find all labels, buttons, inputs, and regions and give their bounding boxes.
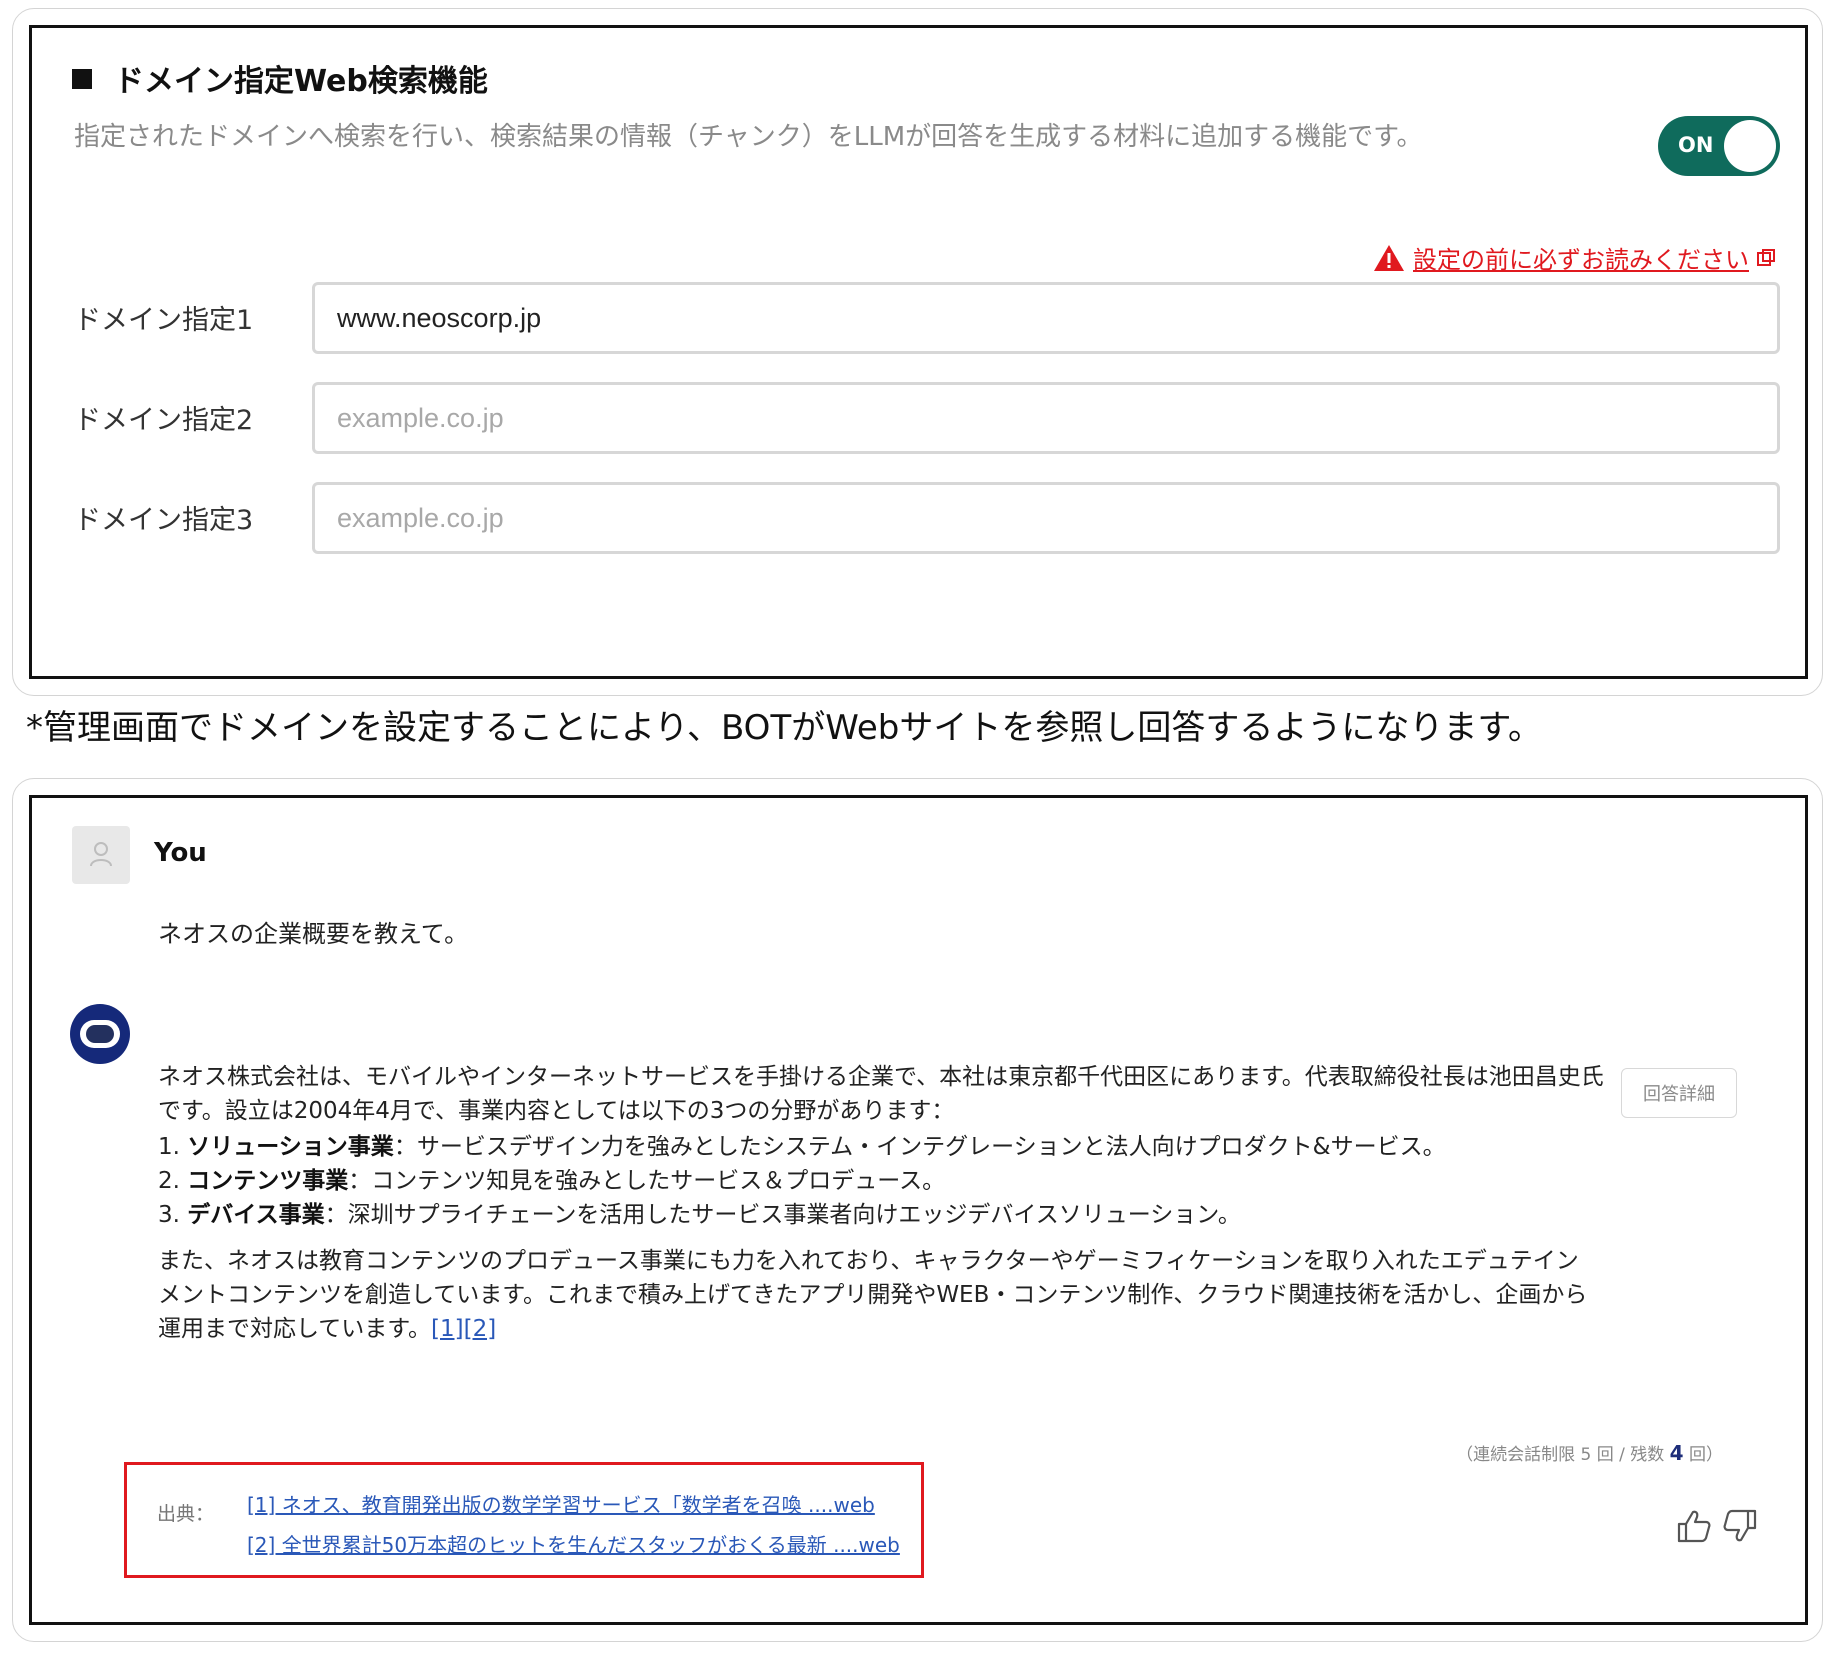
warning-notice: 設定の前に必ずお読みください (1373, 240, 1775, 275)
answer-outro: また、ネオスは教育コンテンツのプロデュース事業にも力を入れており、キャラクターや… (158, 1244, 1598, 1346)
sources-box: 出典： [1] ネオス、教育開発出版の数学学習サービス「数学者を召喚 ....w… (124, 1462, 924, 1578)
domain-label-1: ドメイン指定1 (74, 305, 254, 336)
conversation-limit: （連続会話制限 5 回 / 残数 4 回） (1456, 1440, 1723, 1465)
section-title: ドメイン指定Web検索機能 (72, 56, 488, 100)
thumbs-down-icon[interactable] (1722, 1508, 1758, 1544)
item-title: デバイス事業 (187, 1202, 325, 1228)
section-description: 指定されたドメインへ検索を行い、検索結果の情報（チャンク）をLLMが回答を生成す… (74, 122, 1423, 152)
answer-item: 1. ソリューション事業：サービスデザイン力を強みとしたシステム・インテグレーシ… (158, 1130, 1613, 1164)
domain-label-3: ドメイン指定3 (74, 505, 254, 536)
web-search-toggle[interactable]: ON (1658, 116, 1780, 176)
toggle-label: ON (1678, 133, 1714, 157)
answer-outro-text: また、ネオスは教育コンテンツのプロデュース事業にも力を入れており、キャラクターや… (158, 1248, 1588, 1342)
item-text: ：深圳サプライチェーンを活用したサービス事業者向けエッジデバイスソリューション。 (324, 1202, 1241, 1228)
bot-avatar-icon (70, 1004, 130, 1064)
limit-prefix: （連続会話制限 5 回 / 残数 (1456, 1445, 1670, 1465)
reference-links[interactable]: [1][2] (431, 1316, 496, 1342)
limit-suffix: 回） (1683, 1445, 1723, 1465)
item-text: ：コンテンツ知見を強みとしたサービス＆プロデュース。 (348, 1168, 946, 1194)
domain-search-settings-panel: ドメイン指定Web検索機能 指定されたドメインへ検索を行い、検索結果の情報（チャ… (29, 25, 1808, 679)
caption-note: *管理画面でドメインを設定することにより、BOTがWebサイトを参照し回答するよ… (26, 708, 1542, 748)
domain-input-1[interactable] (312, 282, 1780, 354)
source-link-2[interactable]: [2] 全世界累計50万本超のヒットを生んだスタッフがおくる最新 ....web (247, 1529, 900, 1558)
sources-label: 出典： (157, 1503, 215, 1525)
domain-input-2[interactable] (312, 382, 1780, 454)
chat-panel: You ネオスの企業概要を教えて。 ネオス株式会社は、モバイルやインターネットサ… (29, 795, 1808, 1625)
user-question: ネオスの企業概要を教えて。 (158, 920, 469, 948)
domain-input-3[interactable] (312, 482, 1780, 554)
item-title: ソリューション事業 (187, 1134, 394, 1160)
limit-remaining: 4 (1669, 1441, 1684, 1465)
user-icon (90, 842, 112, 867)
external-link-icon (1757, 248, 1775, 266)
answer-detail-button[interactable]: 回答詳細 (1621, 1068, 1737, 1118)
user-avatar (72, 826, 130, 884)
warning-icon (1374, 244, 1404, 271)
read-before-setup-link[interactable]: 設定の前に必ずお読みください (1413, 240, 1749, 275)
user-name: You (154, 838, 207, 868)
item-text: ：サービスデザイン力を強みとしたシステム・インテグレーションと法人向けプロダクト… (393, 1134, 1446, 1160)
answer-item: 2. コンテンツ事業：コンテンツ知見を強みとしたサービス＆プロデュース。 (158, 1164, 1613, 1198)
item-number: 1. (158, 1134, 180, 1160)
square-bullet-icon (72, 69, 92, 89)
section-title-text: ドメイン指定Web検索機能 (114, 64, 488, 99)
source-link-1[interactable]: [1] ネオス、教育開発出版の数学学習サービス「数学者を召喚 ....web (247, 1489, 875, 1518)
item-number: 2. (158, 1168, 180, 1194)
answer-item: 3. デバイス事業：深圳サプライチェーンを活用したサービス事業者向けエッジデバイ… (158, 1198, 1613, 1232)
settings-card: ドメイン指定Web検索機能 指定されたドメインへ検索を行い、検索結果の情報（チャ… (12, 8, 1823, 696)
item-title: コンテンツ事業 (187, 1168, 349, 1194)
thumbs-up-icon[interactable] (1676, 1508, 1712, 1544)
item-number: 3. (158, 1202, 180, 1228)
answer-list: 1. ソリューション事業：サービスデザイン力を強みとしたシステム・インテグレーシ… (158, 1130, 1613, 1232)
toggle-knob (1724, 120, 1776, 172)
domain-label-2: ドメイン指定2 (74, 405, 254, 436)
bot-face (80, 1020, 120, 1048)
answer-intro: ネオス株式会社は、モバイルやインターネットサービスを手掛ける企業で、本社は東京都… (158, 1064, 1604, 1124)
chat-card: You ネオスの企業概要を教えて。 ネオス株式会社は、モバイルやインターネットサ… (12, 778, 1823, 1642)
